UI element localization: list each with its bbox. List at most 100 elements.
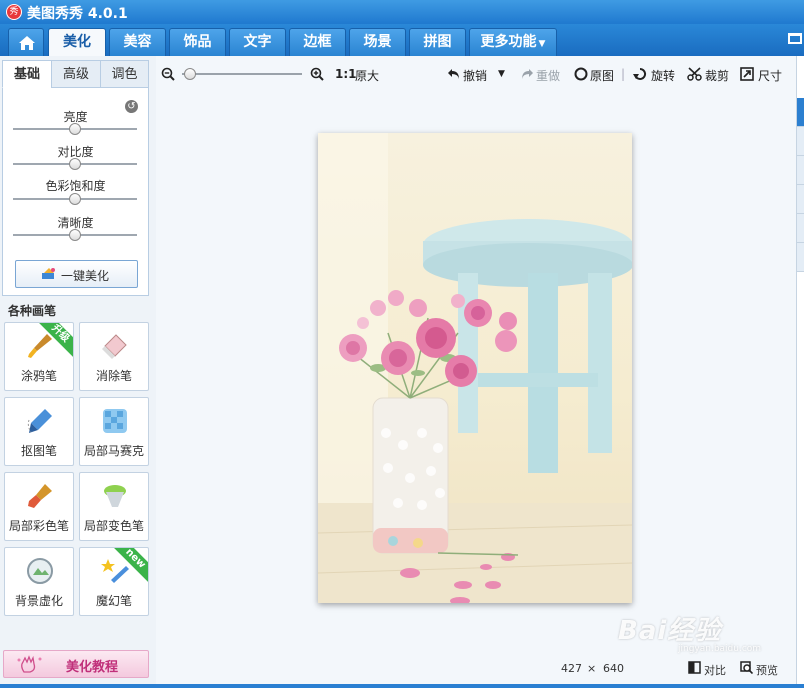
background-blur-label: 背景虚化 — [14, 594, 63, 608]
right-panel-tab[interactable] — [797, 98, 804, 127]
tab-text[interactable]: 文字 — [229, 28, 286, 56]
crop-scissors-icon[interactable] — [687, 67, 702, 81]
one-click-beautify-label: 一键美化 — [61, 269, 110, 283]
paint-bucket-icon — [104, 485, 126, 507]
tab-more-features[interactable]: 更多功能 ▼ — [469, 28, 557, 56]
tab-more-features-label: 更多功能 — [480, 34, 537, 50]
saturation-slider-thumb[interactable] — [69, 193, 81, 205]
local-recolor-brush-label: 局部变色笔 — [83, 519, 144, 533]
watermark-main-text: Bai经验 — [618, 616, 722, 646]
paint-brush-color-icon — [28, 484, 52, 508]
compare-button[interactable]: 对比 — [704, 662, 726, 678]
zoom-in-icon[interactable] — [310, 67, 324, 81]
subtab-advanced[interactable]: 高级 — [51, 60, 101, 88]
local-color-brush-button[interactable]: 局部彩色笔 — [4, 472, 74, 541]
doodle-brush-label: 涂鸦笔 — [20, 369, 57, 383]
undo-button[interactable]: 撤销 — [463, 67, 487, 84]
tab-beauty[interactable]: 美容 — [109, 28, 166, 56]
resize-button[interactable]: 尺寸 — [758, 67, 782, 84]
left-panel: 基础 高级 调色 ↺ 亮度 对比度 色彩饱和度 清晰度 一键美化 各种画笔 升级… — [0, 56, 156, 688]
chevron-down-icon: ▼ — [538, 39, 546, 49]
subtab-color-tone[interactable]: 调色 — [100, 60, 149, 88]
toolbar-divider: | — [621, 67, 626, 81]
zoom-slider[interactable] — [182, 73, 302, 75]
blur-lens-icon — [27, 558, 53, 584]
brushes-section-title: 各种画笔 — [8, 304, 57, 318]
preview-button[interactable]: 预览 — [756, 662, 778, 678]
brightness-slider-thumb[interactable] — [69, 123, 81, 135]
sharpness-slider-thumb[interactable] — [69, 229, 81, 241]
right-panel-tab[interactable] — [797, 156, 804, 185]
magic-brush-button[interactable]: new 魔幻笔 — [79, 547, 149, 616]
status-bar: 427 × 640 对比 预览 — [156, 654, 796, 682]
app-logo-icon: 秀 — [6, 4, 22, 20]
preview-magnifier-icon[interactable] — [740, 661, 753, 674]
magic-brush-label: 魔幻笔 — [95, 594, 132, 608]
title-bar: 秀 美图秀秀 4.0.1 — [0, 0, 804, 24]
redo-button[interactable]: 重做 — [536, 67, 560, 84]
image-toolbar: 1:1 原大 撤销 ▼ 重做 原图 | 旋转 裁剪 尺寸 — [156, 56, 796, 94]
edited-photo[interactable] — [318, 133, 632, 603]
original-image-icon[interactable] — [574, 67, 588, 81]
one-click-beautify-button[interactable]: 一键美化 — [15, 260, 138, 288]
zoom-out-icon[interactable] — [161, 67, 175, 81]
main-tab-bar: 美化 美容 饰品 文字 边框 场景 拼图 更多功能 ▼ — [0, 24, 804, 56]
eraser-brush-label: 消除笔 — [95, 369, 132, 383]
image-canvas — [156, 94, 796, 654]
tab-scene[interactable]: 场景 — [349, 28, 406, 56]
resize-icon[interactable] — [740, 67, 754, 81]
magic-star-brush-icon — [101, 559, 129, 583]
home-icon — [19, 36, 35, 50]
contrast-slider-thumb[interactable] — [69, 158, 81, 170]
undo-history-dropdown[interactable]: ▼ — [498, 69, 505, 79]
local-color-brush-label: 局部彩色笔 — [8, 519, 69, 533]
local-mosaic-button[interactable]: 局部马赛克 — [79, 397, 149, 466]
doodle-brush-button[interactable]: 升级 涂鸦笔 — [4, 322, 74, 391]
baidu-jingyan-watermark: Bai经验 jingyan.baidu.com — [618, 610, 761, 654]
local-mosaic-label: 局部马赛克 — [83, 444, 144, 458]
background-blur-button[interactable]: 背景虚化 — [4, 547, 74, 616]
original-image-button[interactable]: 原图 — [590, 67, 614, 84]
mosaic-icon — [103, 409, 127, 433]
rotate-button[interactable]: 旋转 — [651, 67, 675, 84]
tab-collage[interactable]: 拼图 — [409, 28, 466, 56]
saturation-label: 色彩饱和度 — [45, 179, 106, 193]
right-side-panel — [796, 56, 804, 688]
beautify-tutorial-label: 美化教程 — [66, 660, 119, 675]
basic-adjust-panel: 基础 高级 调色 ↺ 亮度 对比度 色彩饱和度 清晰度 一键美化 — [2, 60, 149, 296]
cutout-brush-button[interactable]: 抠图笔 — [4, 397, 74, 466]
undo-icon[interactable] — [447, 67, 461, 81]
right-panel-tab[interactable] — [797, 243, 804, 272]
beautify-tutorial-button[interactable]: 美化教程 — [3, 650, 149, 678]
image-width: 427 — [561, 662, 582, 675]
right-panel-tab[interactable] — [797, 127, 804, 156]
pen-nib-icon — [27, 409, 52, 433]
eraser-brush-button[interactable]: 消除笔 — [79, 322, 149, 391]
right-panel-tab[interactable] — [797, 185, 804, 214]
magic-wand-icon — [42, 268, 55, 279]
eraser-icon — [102, 334, 127, 359]
right-panel-tab[interactable] — [797, 214, 804, 243]
watermark-url-text: jingyan.baidu.com — [678, 644, 762, 654]
home-tab[interactable] — [8, 28, 44, 56]
cutout-brush-label: 抠图笔 — [20, 444, 57, 458]
tab-accessories[interactable]: 饰品 — [169, 28, 226, 56]
tab-beautify[interactable]: 美化 — [48, 28, 106, 56]
dimension-separator: × — [587, 662, 597, 675]
restore-window-icon[interactable] — [788, 33, 802, 44]
original-size-button[interactable]: 原大 — [355, 67, 379, 84]
tab-border[interactable]: 边框 — [289, 28, 346, 56]
photo-flower-vase — [318, 133, 632, 603]
subtab-basic[interactable]: 基础 — [2, 60, 52, 88]
image-height: 640 — [603, 662, 624, 675]
zoom-slider-thumb[interactable] — [184, 68, 197, 80]
rotate-icon[interactable] — [633, 67, 648, 81]
compare-icon[interactable] — [688, 661, 701, 674]
one-to-one-ratio-label[interactable]: 1:1 — [335, 67, 357, 81]
hand-icon — [17, 655, 42, 673]
redo-icon[interactable] — [520, 67, 534, 81]
local-recolor-brush-button[interactable]: 局部变色笔 — [79, 472, 149, 541]
app-title: 美图秀秀 4.0.1 — [27, 6, 128, 22]
paintbrush-icon — [28, 334, 52, 358]
crop-button[interactable]: 裁剪 — [705, 67, 729, 84]
